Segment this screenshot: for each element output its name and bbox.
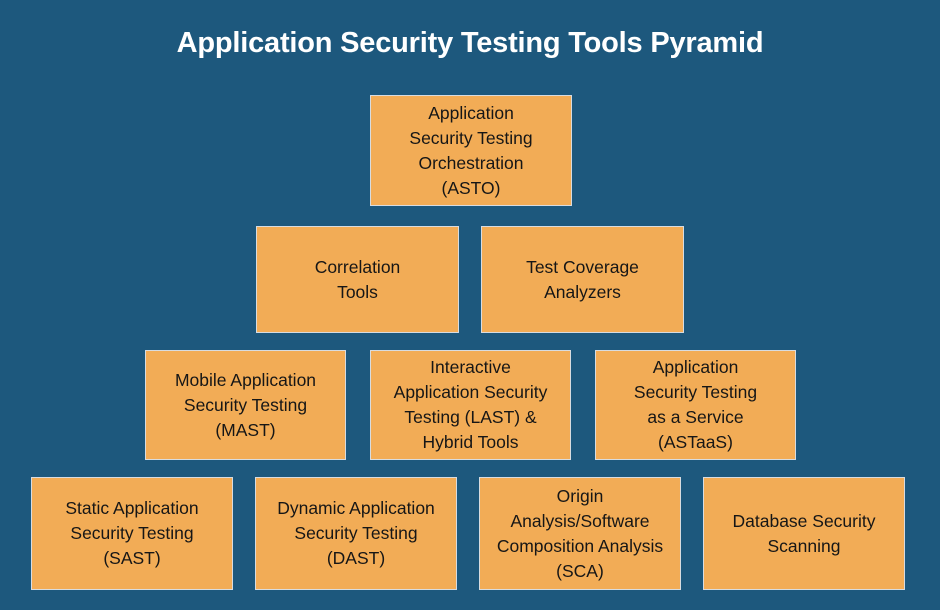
tool-box-mast[interactable]: Mobile Application Security Testing (MAS…: [145, 350, 346, 460]
box-gap: [233, 477, 255, 590]
tool-box-label: Test Coverage Analyzers: [526, 256, 639, 302]
page-title: Application Security Testing Tools Pyram…: [176, 27, 764, 59]
tool-box-label: Dynamic Application Security Testing (DA…: [277, 498, 435, 568]
tool-box-label: Interactive Application Security Testing…: [393, 357, 548, 452]
tool-box-iast-hybrid[interactable]: Interactive Application Security Testing…: [370, 350, 571, 460]
tool-box-label: Correlation Tools: [314, 256, 401, 302]
pyramid-row-3: Mobile Application Security Testing (MAS…: [145, 350, 796, 460]
box-gap: [681, 477, 703, 590]
pyramid-row-4: Static Application Security Testing (SAS…: [31, 477, 905, 590]
tool-box-label: Application Security Testing Orchestrati…: [409, 102, 533, 198]
tool-box-astaas[interactable]: Application Security Testing as a Servic…: [595, 350, 796, 460]
box-gap: [571, 350, 595, 460]
tool-box-label: Mobile Application Security Testing (MAS…: [174, 369, 317, 440]
box-gap: [457, 477, 479, 590]
tool-box-asto[interactable]: Application Security Testing Orchestrati…: [370, 95, 572, 206]
pyramid-row-1: Application Security Testing Orchestrati…: [370, 95, 572, 206]
tool-box-label: Application Security Testing as a Servic…: [633, 357, 758, 452]
tool-box-label: Database Security Scanning: [732, 510, 876, 556]
tool-box-sast[interactable]: Static Application Security Testing (SAS…: [31, 477, 233, 590]
tool-box-label: Static Application Security Testing (SAS…: [65, 498, 199, 568]
box-gap: [459, 226, 481, 333]
tool-box-test-coverage-analyzers[interactable]: Test Coverage Analyzers: [481, 226, 684, 333]
tool-box-label: Origin Analysis/Software Composition Ana…: [496, 485, 664, 581]
box-gap: [346, 350, 370, 460]
diagram-canvas: Application Security Testing Tools Pyram…: [0, 0, 940, 610]
tool-box-sca[interactable]: Origin Analysis/Software Composition Ana…: [479, 477, 681, 590]
pyramid-row-2: Correlation Tools Test Coverage Analyzer…: [256, 226, 684, 333]
tool-box-correlation-tools[interactable]: Correlation Tools: [256, 226, 459, 333]
tool-box-database-security-scanning[interactable]: Database Security Scanning: [703, 477, 905, 590]
tool-box-dast[interactable]: Dynamic Application Security Testing (DA…: [255, 477, 457, 590]
